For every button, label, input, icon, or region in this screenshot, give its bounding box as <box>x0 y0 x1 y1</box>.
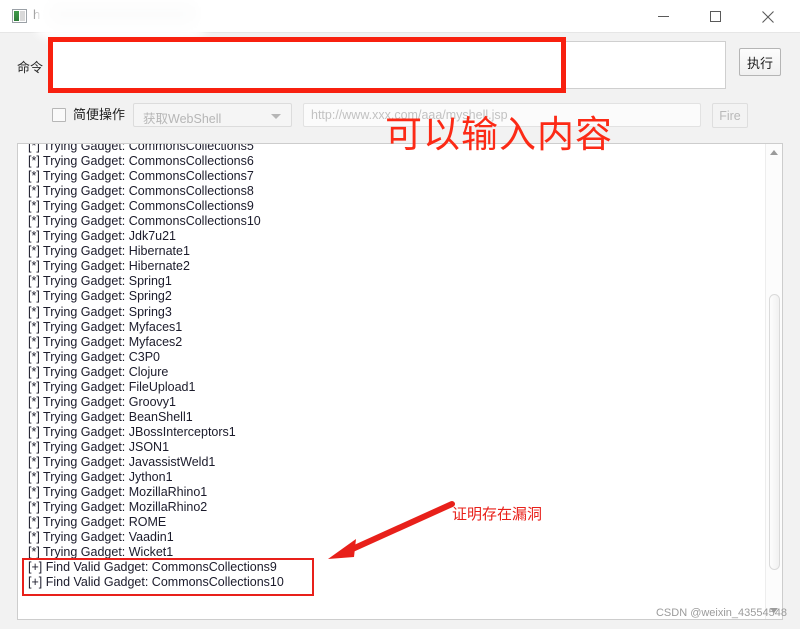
log-line: [+] Find Valid Gadget: CommonsCollection… <box>28 560 758 575</box>
log-line: [*] Trying Gadget: Myfaces1 <box>28 320 758 335</box>
close-button[interactable] <box>745 0 790 33</box>
maximize-icon <box>709 10 722 23</box>
log-output-panel[interactable]: [*] Trying Gadget: CommonsCollections5[*… <box>17 143 783 620</box>
annotation-input-note: 可以输入内容 <box>385 113 613 157</box>
log-line: [*] Trying Gadget: ROME <box>28 515 758 530</box>
log-line: [*] Trying Gadget: CommonsCollections8 <box>28 184 758 199</box>
log-line: [*] Trying Gadget: Hibernate1 <box>28 244 758 259</box>
log-line: [*] Trying Gadget: Jython1 <box>28 470 758 485</box>
log-line: [*] Trying Gadget: Hibernate2 <box>28 259 758 274</box>
close-icon <box>761 10 775 24</box>
log-line: [*] Trying Gadget: Spring3 <box>28 305 758 320</box>
simple-mode-label: 简便操作 <box>73 108 125 122</box>
log-line: [*] Trying Gadget: Wicket1 <box>28 545 758 560</box>
application-window: h 命令 执行 简便操作 获取WebShell Fire <box>0 0 800 629</box>
execute-button[interactable]: 执行 <box>739 48 781 76</box>
command-label: 命令 <box>17 57 43 76</box>
log-line: [*] Trying Gadget: Spring2 <box>28 289 758 304</box>
maximize-button[interactable] <box>693 0 738 33</box>
fire-button[interactable]: Fire <box>712 103 748 128</box>
simple-mode-checkbox[interactable] <box>52 108 66 122</box>
log-line: [*] Trying Gadget: CommonsCollections10 <box>28 214 758 229</box>
log-line: [*] Trying Gadget: Vaadin1 <box>28 530 758 545</box>
scroll-up-arrow-icon[interactable] <box>766 144 782 161</box>
application-icon <box>12 9 27 23</box>
log-scrollbar[interactable] <box>765 144 782 619</box>
log-lines: [*] Trying Gadget: CommonsCollections5[*… <box>28 143 758 590</box>
chevron-down-icon <box>271 114 281 119</box>
scrollbar-thumb[interactable] <box>769 294 780 570</box>
annotation-vulnerability-note: 证明存在漏洞 <box>452 503 542 524</box>
window-title: h <box>33 7 40 22</box>
log-line: [*] Trying Gadget: CommonsCollections7 <box>28 169 758 184</box>
log-line: [*] Trying Gadget: FileUpload1 <box>28 380 758 395</box>
log-line: [*] Trying Gadget: Groovy1 <box>28 395 758 410</box>
minimize-button[interactable] <box>641 0 686 33</box>
minimize-icon <box>657 10 670 23</box>
log-line: [*] Trying Gadget: JavassistWeld1 <box>28 455 758 470</box>
log-line: [*] Trying Gadget: MozillaRhino1 <box>28 485 758 500</box>
log-line: [*] Trying Gadget: Myfaces2 <box>28 335 758 350</box>
webshell-dropdown-value: 获取WebShell <box>143 108 221 127</box>
log-line: [*] Trying Gadget: JSON1 <box>28 440 758 455</box>
log-line: [*] Trying Gadget: MozillaRhino2 <box>28 500 758 515</box>
command-input[interactable] <box>52 41 726 89</box>
log-line: [*] Trying Gadget: JBossInterceptors1 <box>28 425 758 440</box>
log-line: [*] Trying Gadget: CommonsCollections9 <box>28 199 758 214</box>
log-line: [*] Trying Gadget: Jdk7u21 <box>28 229 758 244</box>
log-line: [*] Trying Gadget: Spring1 <box>28 274 758 289</box>
log-line: [*] Trying Gadget: Clojure <box>28 365 758 380</box>
title-bar: h <box>0 0 800 33</box>
log-line: [*] Trying Gadget: C3P0 <box>28 350 758 365</box>
watermark: CSDN @weixin_43554548 <box>656 607 787 619</box>
title-redaction-overlay <box>41 0 201 33</box>
log-line: [+] Find Valid Gadget: CommonsCollection… <box>28 575 758 590</box>
webshell-dropdown[interactable]: 获取WebShell <box>133 103 292 127</box>
log-line: [*] Trying Gadget: BeanShell1 <box>28 410 758 425</box>
